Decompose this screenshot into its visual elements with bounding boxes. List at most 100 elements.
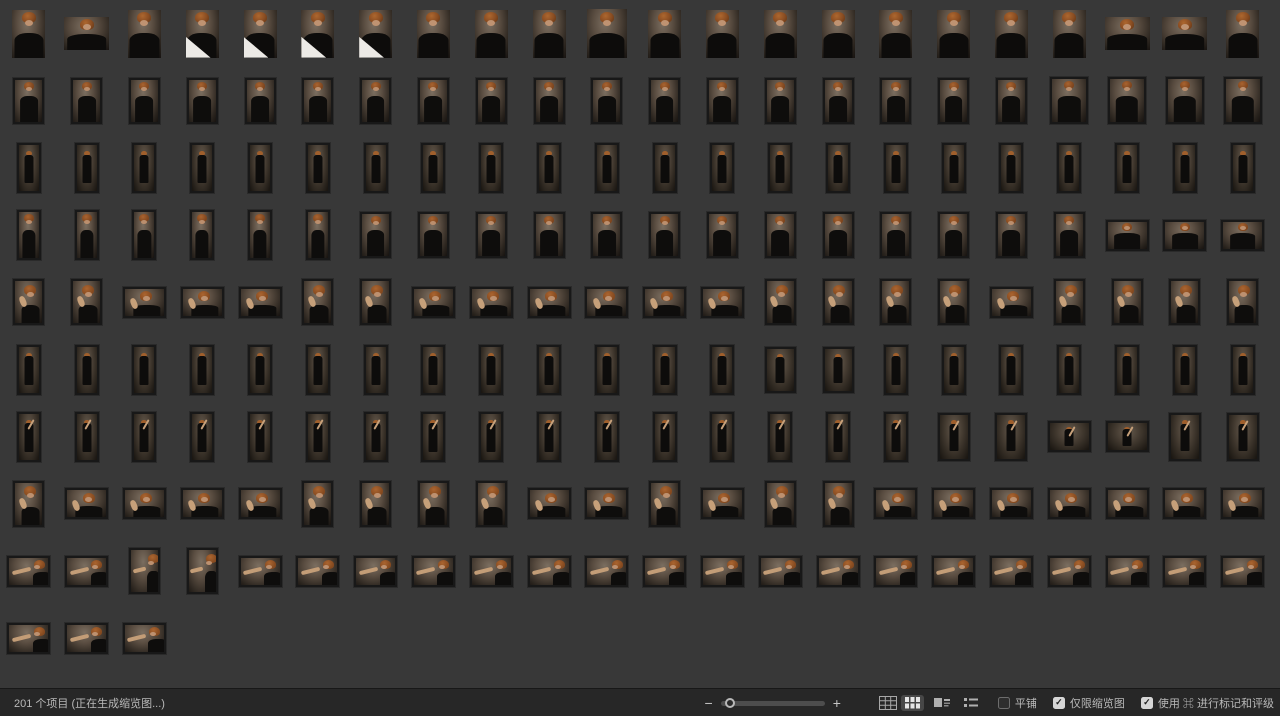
photo-thumbnail[interactable] [180, 286, 225, 319]
photo-thumbnail[interactable] [359, 77, 392, 125]
photo-thumbnail[interactable] [411, 555, 456, 588]
cmd-rating-checkbox[interactable]: ✓ [1141, 697, 1153, 709]
thumbnails-only-checkbox[interactable]: ✓ [1053, 697, 1065, 709]
photo-thumbnail[interactable] [1107, 76, 1147, 125]
photo-thumbnail[interactable] [359, 10, 392, 58]
photo-thumbnail[interactable] [247, 344, 273, 396]
photo-thumbnail[interactable] [709, 344, 735, 396]
photo-thumbnail[interactable] [648, 211, 681, 259]
photo-thumbnail[interactable] [536, 344, 562, 396]
photo-thumbnail[interactable] [475, 10, 508, 58]
photo-thumbnail[interactable] [238, 286, 283, 319]
photo-thumbnail[interactable] [879, 10, 912, 58]
photo-thumbnail[interactable] [1047, 487, 1092, 520]
photo-thumbnail[interactable] [128, 547, 161, 595]
photo-thumbnail[interactable] [1220, 555, 1265, 588]
photo-thumbnail[interactable] [527, 555, 572, 588]
photo-thumbnail[interactable] [706, 77, 739, 125]
photo-thumbnail[interactable] [989, 286, 1034, 319]
photo-thumbnail[interactable] [594, 344, 620, 396]
photo-thumbnail[interactable] [1220, 219, 1265, 252]
photo-thumbnail[interactable] [533, 10, 566, 58]
photo-thumbnail[interactable] [700, 487, 745, 520]
photo-thumbnail[interactable] [1230, 344, 1256, 396]
photo-thumbnail[interactable] [478, 344, 504, 396]
photo-thumbnail[interactable] [709, 142, 735, 194]
photo-thumbnail[interactable] [822, 211, 855, 259]
photo-thumbnail[interactable] [131, 411, 157, 463]
photo-thumbnail[interactable] [12, 278, 45, 326]
photo-thumbnail[interactable] [1053, 10, 1086, 58]
photo-thumbnail[interactable] [989, 487, 1034, 520]
photo-thumbnail[interactable] [1223, 76, 1263, 125]
details-view-button[interactable] [930, 695, 954, 710]
photo-thumbnail[interactable] [700, 555, 745, 588]
photo-thumbnail[interactable] [995, 211, 1028, 259]
photo-thumbnail[interactable] [64, 622, 109, 655]
zoom-in-button[interactable]: + [829, 696, 845, 710]
photo-thumbnail[interactable] [1047, 555, 1092, 588]
photo-thumbnail[interactable] [764, 346, 797, 394]
photo-thumbnail[interactable] [825, 142, 851, 194]
photo-thumbnail[interactable] [931, 555, 976, 588]
photo-thumbnail[interactable] [359, 278, 392, 326]
photo-thumbnail[interactable] [64, 555, 109, 588]
photo-thumbnail[interactable] [247, 209, 273, 261]
photo-thumbnail[interactable] [767, 411, 793, 463]
photo-thumbnail[interactable] [652, 142, 678, 194]
photo-thumbnail[interactable] [469, 555, 514, 588]
photo-thumbnail[interactable] [301, 278, 334, 326]
photo-thumbnail[interactable] [937, 412, 971, 462]
photo-thumbnail[interactable] [758, 555, 803, 588]
photo-thumbnail[interactable] [469, 286, 514, 319]
photo-thumbnail[interactable] [238, 555, 283, 588]
photo-thumbnail[interactable] [1053, 211, 1086, 259]
photo-thumbnail[interactable] [16, 142, 42, 194]
list-view-button[interactable] [960, 695, 982, 710]
photo-thumbnail[interactable] [764, 480, 797, 528]
photo-thumbnail[interactable] [305, 411, 331, 463]
photo-thumbnail[interactable] [12, 10, 45, 58]
photo-thumbnail[interactable] [1220, 487, 1265, 520]
photo-thumbnail[interactable] [533, 211, 566, 259]
photo-thumbnail[interactable] [1056, 344, 1082, 396]
photo-thumbnail[interactable] [16, 209, 42, 261]
photo-thumbnail[interactable] [648, 77, 681, 125]
photo-thumbnail[interactable] [1053, 278, 1086, 326]
photo-thumbnail[interactable] [189, 344, 215, 396]
photo-thumbnail[interactable] [1105, 17, 1150, 50]
photo-thumbnail[interactable] [305, 142, 331, 194]
photo-thumbnail[interactable] [131, 344, 157, 396]
photo-thumbnail[interactable] [6, 622, 51, 655]
photo-thumbnail[interactable] [131, 142, 157, 194]
photo-thumbnail[interactable] [363, 411, 389, 463]
photo-thumbnail[interactable] [652, 344, 678, 396]
photo-thumbnail[interactable] [180, 487, 225, 520]
photo-thumbnail[interactable] [247, 411, 273, 463]
photo-thumbnail[interactable] [1114, 142, 1140, 194]
photo-thumbnail[interactable] [1168, 412, 1202, 462]
photo-thumbnail[interactable] [359, 480, 392, 528]
photo-thumbnail[interactable] [1172, 142, 1198, 194]
photo-thumbnail[interactable] [305, 344, 331, 396]
photo-thumbnail[interactable] [363, 344, 389, 396]
photo-thumbnail[interactable] [122, 622, 167, 655]
photo-thumbnail[interactable] [70, 278, 103, 326]
photo-thumbnail[interactable] [998, 142, 1024, 194]
photo-thumbnail[interactable] [1168, 278, 1201, 326]
photo-thumbnail[interactable] [994, 412, 1028, 462]
photo-thumbnail[interactable] [128, 77, 161, 125]
photo-thumbnail[interactable] [764, 10, 797, 58]
photo-thumbnail[interactable] [64, 487, 109, 520]
photo-thumbnail[interactable] [1105, 219, 1150, 252]
photo-thumbnail[interactable] [478, 411, 504, 463]
thumbnails-only-option[interactable]: ✓ 仅限缩览图 [1053, 695, 1125, 711]
photo-thumbnail[interactable] [587, 9, 627, 58]
photo-thumbnail[interactable] [189, 209, 215, 261]
photo-thumbnail[interactable] [186, 10, 219, 58]
photo-thumbnail[interactable] [1226, 10, 1259, 58]
photo-thumbnail[interactable] [1230, 142, 1256, 194]
photo-thumbnail[interactable] [244, 77, 277, 125]
photo-thumbnail[interactable] [74, 411, 100, 463]
photo-thumbnail[interactable] [584, 555, 629, 588]
